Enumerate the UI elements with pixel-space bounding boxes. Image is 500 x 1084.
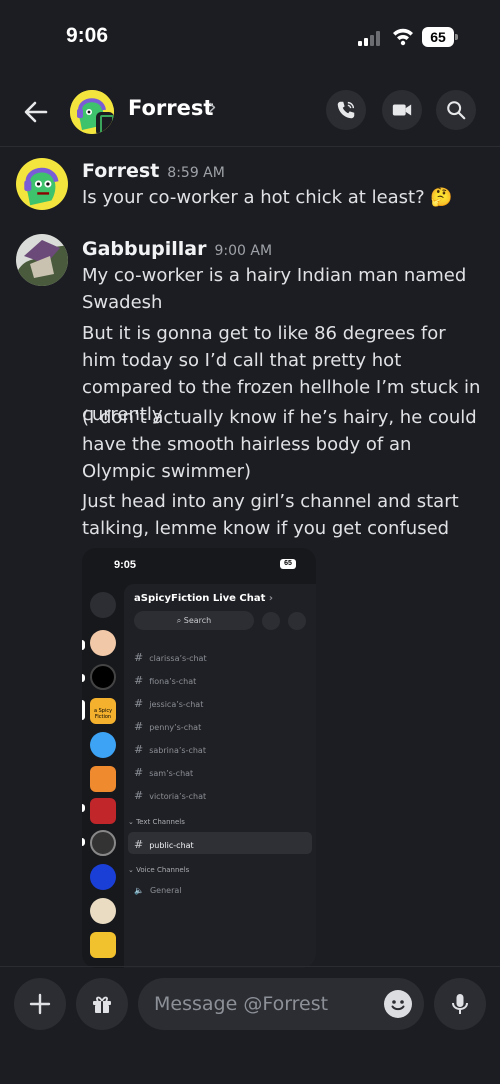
phone-icon [337,101,355,119]
server-icon [90,630,116,656]
battery-icon: 65 [422,27,458,47]
category-label: Text Channels [136,818,185,826]
channel-label: fiona’s-chat [149,677,197,686]
channel-label: penny’s-chat [149,723,202,732]
message-author[interactable]: Gabbupillar 9:00 AM [82,238,272,260]
channel-item-active: # public-chat [134,838,194,851]
chevron-right-icon: › [268,593,274,604]
avatar[interactable] [16,234,68,286]
battery-level: 65 [422,27,454,47]
avatar[interactable] [16,158,68,210]
category-label: Voice Channels [136,866,190,874]
dm-icon [90,592,116,618]
gift-icon [93,996,111,1013]
search-button[interactable] [436,90,476,130]
server-icon [90,932,116,958]
image-attachment[interactable]: 9:05 65 a Spicy Fiction aSpicyFiction Li… [82,548,316,968]
server-icon [90,898,116,924]
server-icon [90,864,116,890]
chevron-right-icon[interactable]: › [208,95,217,120]
author-name: Gabbupillar [82,238,207,260]
server-title: aSpicyFiction Live Chat › [134,593,273,604]
video-call-button[interactable] [382,90,422,130]
events-icon [288,612,306,630]
channel-item: # penny’s-chat [134,720,202,733]
server-icon [90,798,116,824]
channel-label: sabrina’s-chat [149,746,206,755]
avatar[interactable] [70,90,114,134]
chat-header: Forrest › [0,82,500,144]
channel-label: jessica’s-chat [149,700,204,709]
attachment-battery-level: 65 [280,559,296,569]
category-header: ⌄ Voice Channels [128,866,190,874]
server-icon: a Spicy Fiction [90,698,116,724]
status-bar: 9:06 65 [0,0,500,74]
server-title-text: aSpicyFiction Live Chat [134,593,266,604]
composer-divider [0,966,500,967]
back-arrow-icon[interactable] [18,94,54,130]
add-member-icon [262,612,280,630]
channel-item: # fiona’s-chat [134,674,197,687]
avatar-image [16,158,68,210]
channel-label: public-chat [149,841,194,850]
channel-label: General [149,886,182,895]
attachment-status-time: 9:05 [114,559,137,571]
video-camera-icon [392,104,412,116]
channel-item: # sabrina’s-chat [134,743,206,756]
plus-icon [29,993,51,1015]
author-name: Forrest [82,160,160,182]
channel-label: sam’s-chat [149,769,194,778]
server-icon [90,732,116,758]
avatar-image [16,234,68,286]
smiley-icon [391,1000,405,1011]
server-icon [90,830,116,856]
voice-message-button[interactable] [434,978,486,1030]
channel-item: # sam’s-chat [134,766,194,779]
channel-label: clarissa’s-chat [149,654,207,663]
add-attachment-button[interactable] [14,978,66,1030]
message-text: Just head into any girl’s channel and st… [82,491,459,539]
message-timestamp: 9:00 AM [214,243,273,259]
message-author[interactable]: Forrest 8:59 AM [82,160,225,182]
attachment-search-bar: ⌕ Search [134,611,254,630]
server-icon [90,664,116,690]
channel-label: victoria’s-chat [149,792,207,801]
channel-item: # jessica’s-chat [134,697,204,710]
message-input[interactable] [138,978,424,1030]
category-header: ⌄ Text Channels [128,818,185,826]
message-timestamp: 8:59 AM [167,165,225,181]
gift-button[interactable] [76,978,128,1030]
status-time: 9:06 [66,24,109,47]
server-icon [90,766,116,792]
header-divider [0,146,500,147]
emoji-button[interactable] [384,990,412,1018]
search-icon [447,101,466,120]
page-title[interactable]: Forrest [128,96,213,120]
voice-call-button[interactable] [326,90,366,130]
message-text: My co-worker is a hairy Indian man named… [82,265,467,313]
channel-item: # victoria’s-chat [134,789,207,802]
speaker-icon: 🔈 [134,886,144,895]
voice-channel-item: 🔈 General [134,886,182,895]
microphone-icon [452,994,468,1014]
cellular-signal-icon [358,30,384,46]
mobile-status-icon [96,112,114,134]
wifi-icon [393,28,413,46]
message-text: Is your co-worker a hot chick at least? … [82,187,453,208]
message-text: (I don’t actually know if he’s hairy, he… [82,407,477,482]
channel-item: # clarissa’s-chat [134,651,207,664]
attachment-search-label: Search [183,616,212,625]
